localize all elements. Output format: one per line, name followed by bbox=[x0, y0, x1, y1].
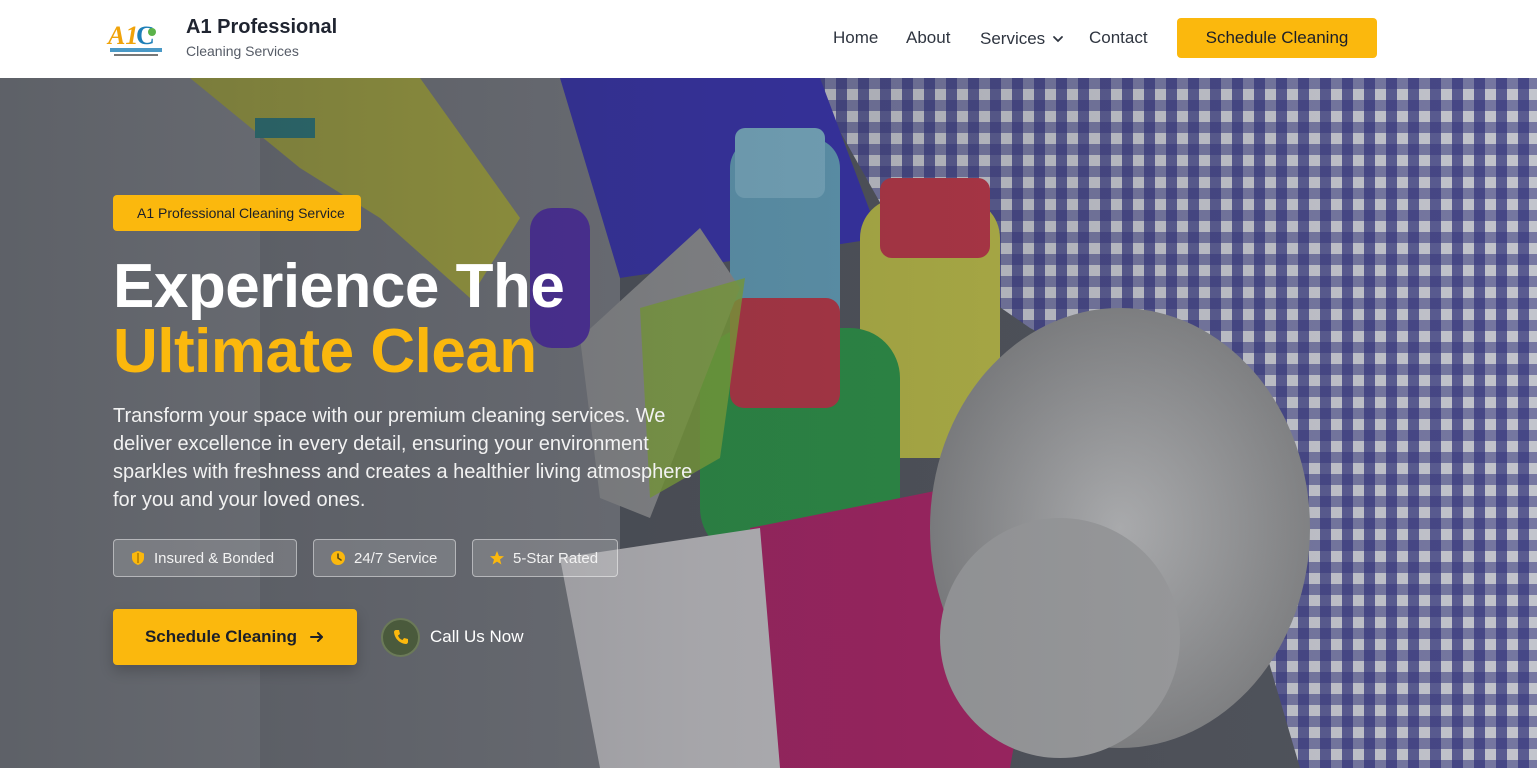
clock-icon bbox=[331, 551, 345, 565]
feature-insured-label: Insured & Bonded bbox=[154, 549, 275, 567]
feature-24-7-label: 24/7 Service bbox=[354, 549, 438, 567]
company-logo[interactable]: A1 C bbox=[106, 18, 164, 60]
hero-description: Transform your space with our premium cl… bbox=[113, 405, 693, 511]
feature-rated-label: 5-Star Rated bbox=[513, 549, 599, 567]
phone-icon bbox=[393, 630, 408, 644]
nav-contact[interactable]: Contact bbox=[1089, 28, 1148, 50]
chevron-down-icon bbox=[1053, 36, 1064, 43]
call-us-link[interactable]: Call Us Now bbox=[381, 617, 524, 657]
hero-headline-line1: Experience The bbox=[113, 252, 565, 321]
brand-title[interactable]: A1 Professional bbox=[186, 16, 337, 39]
call-us-label: Call Us Now bbox=[430, 627, 524, 646]
phone-icon-circle bbox=[381, 617, 420, 657]
header-schedule-button[interactable]: Schedule Cleaning bbox=[1177, 18, 1377, 58]
svg-text:A1: A1 bbox=[106, 21, 138, 50]
nav-services[interactable]: Services bbox=[980, 28, 1065, 50]
brand-subtitle: Cleaning Services bbox=[186, 43, 299, 59]
star-icon bbox=[490, 551, 504, 565]
hero-headline-line2: Ultimate Clean bbox=[113, 317, 537, 386]
nav-home[interactable]: Home bbox=[833, 28, 878, 50]
feature-insured: Insured & Bonded bbox=[113, 539, 297, 577]
hero-section: A1 Professional Cleaning Service Experie… bbox=[0, 78, 1537, 768]
site-header: A1 C A1 Professional Cleaning Services H… bbox=[0, 0, 1537, 78]
nav-about[interactable]: About bbox=[906, 28, 950, 50]
hero-schedule-label: Schedule Cleaning bbox=[144, 627, 298, 646]
feature-rated: 5-Star Rated bbox=[472, 539, 618, 577]
hero-schedule-button[interactable]: Schedule Cleaning bbox=[113, 609, 357, 665]
shield-icon bbox=[132, 551, 144, 565]
nav-services-label: Services bbox=[980, 29, 1046, 48]
arrow-right-icon bbox=[310, 632, 324, 642]
hero-badge: A1 Professional Cleaning Service bbox=[113, 195, 361, 231]
feature-24-7: 24/7 Service bbox=[313, 539, 456, 577]
